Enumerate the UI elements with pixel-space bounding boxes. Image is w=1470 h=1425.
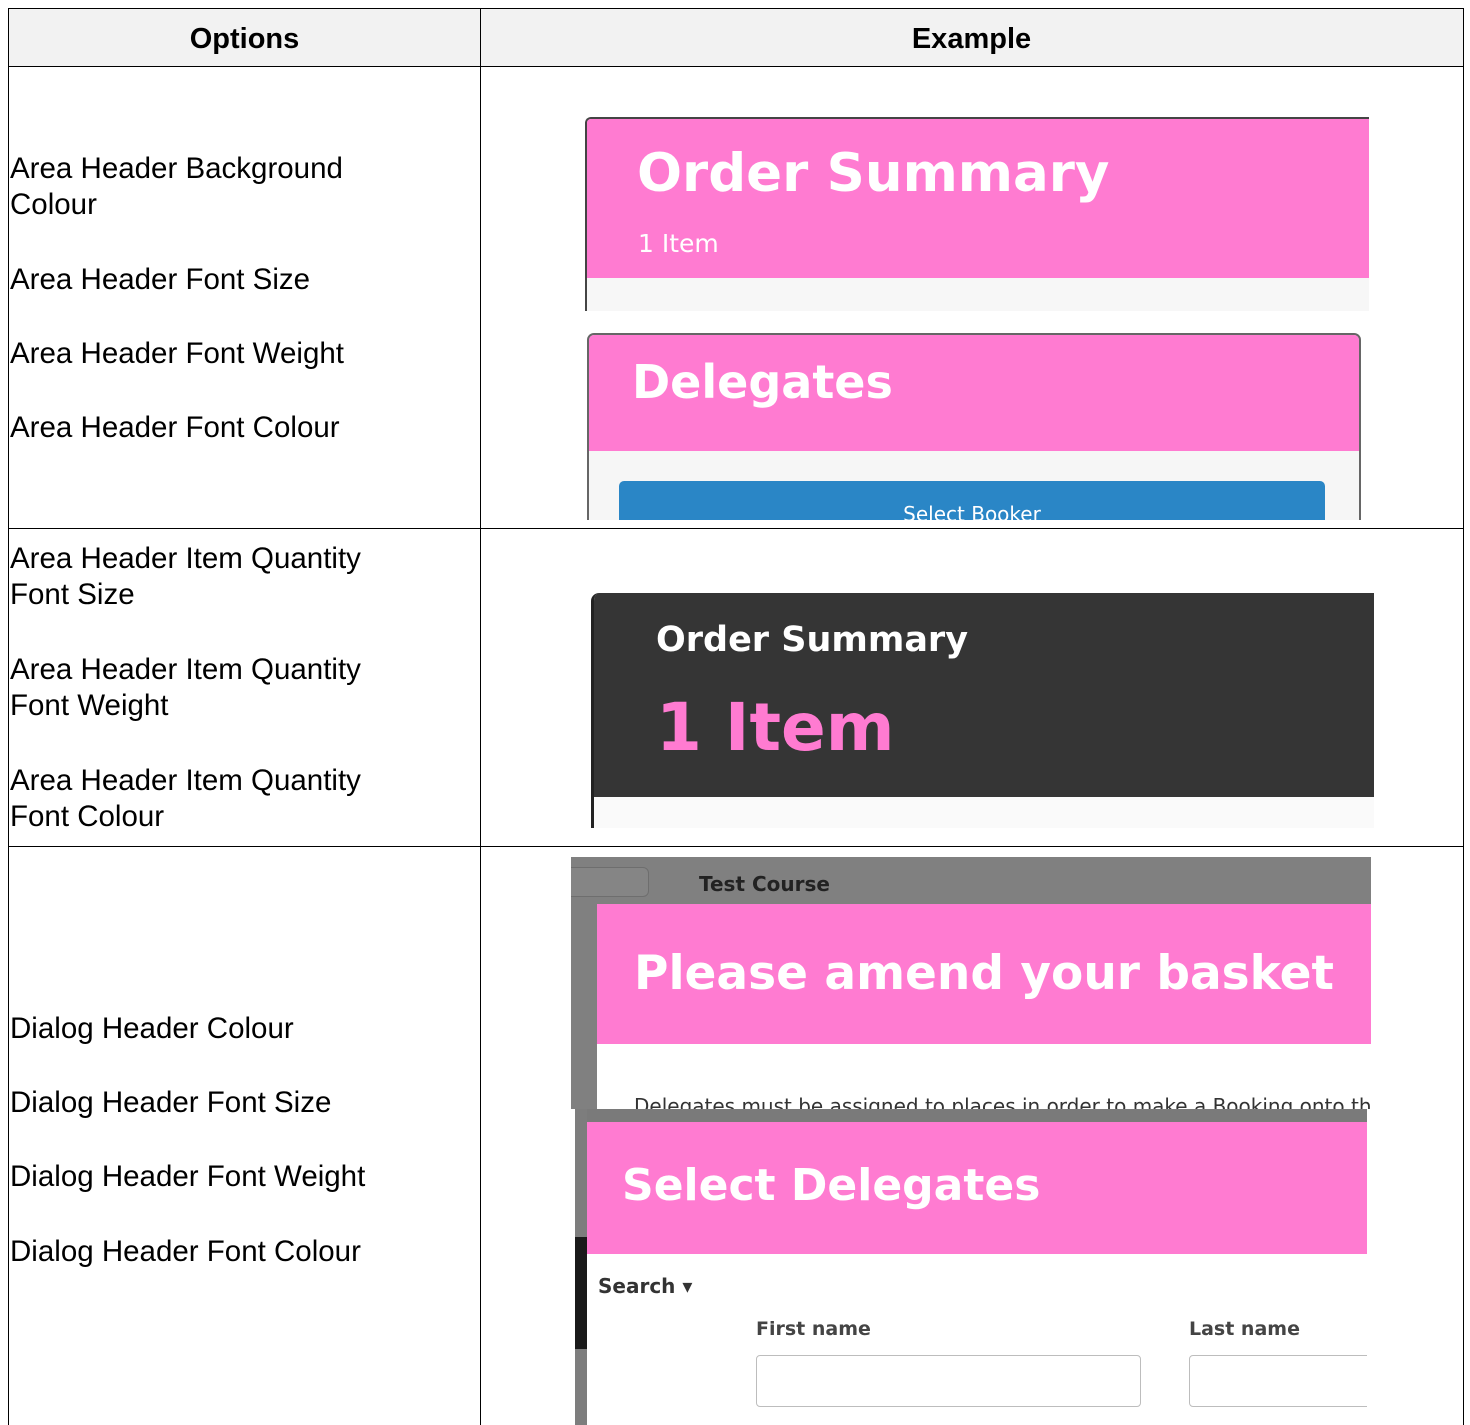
area-header-title: Order Summary — [637, 143, 1110, 204]
example-column-header: Example — [911, 23, 1032, 55]
options-column-header: Options — [189, 23, 300, 55]
dialog-body-text: Delegates must be assigned to places in … — [634, 1094, 1371, 1109]
row-divider — [9, 66, 1463, 67]
row-divider — [9, 528, 1463, 529]
amend-basket-dialog-example: Test Course Please amend your basket Del… — [571, 857, 1371, 1109]
dialog-header: Select Delegates — [587, 1122, 1367, 1254]
area-header-item-quantity: 1 Item — [638, 229, 719, 258]
option-label: Area Header Font Size — [10, 263, 311, 296]
row-divider — [9, 846, 1463, 847]
option-label: Dialog Header Font Weight — [10, 1160, 366, 1193]
background-bar — [575, 1237, 587, 1349]
option-label: Area Header Font Weight — [10, 337, 344, 370]
column-divider — [480, 9, 481, 1425]
area-header-title: Delegates — [632, 355, 893, 409]
area-header: Delegates — [589, 335, 1359, 451]
background-tab — [571, 867, 649, 897]
first-name-input[interactable] — [756, 1355, 1141, 1407]
course-name: Test Course — [699, 872, 830, 896]
dialog: Please amend your basket Delegates must … — [597, 904, 1371, 1109]
select-delegates-dialog-example: Select Delegates Search ▾ First name Las… — [575, 1109, 1367, 1425]
order-summary-example: Order Summary 1 Item — [585, 117, 1369, 311]
area-header-item-quantity: 1 Item — [656, 689, 895, 766]
last-name-input[interactable] — [1189, 1355, 1367, 1407]
option-label: Area Header Item Quantity Font Colour — [10, 764, 361, 833]
area-header: Order Summary 1 Item — [587, 119, 1369, 278]
option-label: Area Header Background Colour — [10, 152, 343, 221]
area-header: Order Summary 1 Item — [594, 593, 1374, 797]
background-rule — [587, 1109, 1367, 1122]
option-label: Area Header Item Quantity Font Size — [10, 542, 361, 611]
dialog-header: Please amend your basket — [597, 904, 1371, 1044]
first-name-label: First name — [756, 1318, 871, 1340]
select-booker-button[interactable]: Select Booker — [619, 481, 1325, 520]
select-booker-label: Select Booker — [903, 502, 1041, 520]
option-label: Dialog Header Colour — [10, 1012, 294, 1045]
option-label: Dialog Header Font Colour — [10, 1235, 361, 1268]
last-name-label: Last name — [1189, 1318, 1300, 1340]
dialog-header-title: Please amend your basket — [634, 946, 1334, 1001]
option-label: Dialog Header Font Size — [10, 1086, 332, 1119]
option-label: Area Header Font Colour — [10, 411, 340, 444]
area-header-title: Order Summary — [656, 620, 969, 660]
option-label: Area Header Item Quantity Font Weight — [10, 653, 361, 722]
order-summary-dark-example: Order Summary 1 Item — [591, 593, 1374, 828]
delegates-example: Delegates Select Booker — [587, 333, 1361, 520]
search-toggle[interactable]: Search ▾ — [598, 1274, 692, 1298]
dialog-header-title: Select Delegates — [622, 1160, 1041, 1211]
